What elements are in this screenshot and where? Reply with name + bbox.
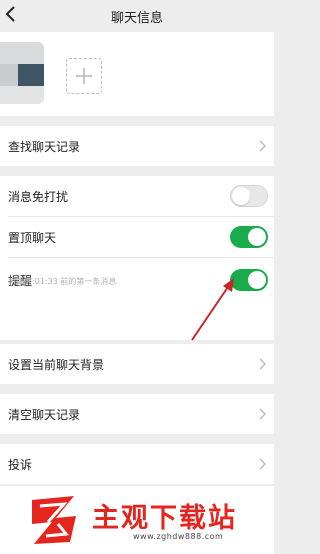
annotation-arrow-icon	[191, 278, 234, 341]
watermark-brand: 主观下载站	[92, 503, 237, 534]
watermark-banner: 主观下载站 www.zghdw888.com	[0, 486, 274, 554]
watermark-url: www.zghdw888.com	[133, 532, 224, 541]
mute-toggle[interactable]	[230, 185, 268, 207]
clear-history-label: 清空聊天记录	[8, 408, 81, 422]
remind-hint: 将提醒:01:33 前的第一条消息	[8, 277, 117, 286]
pin-row: 置顶聊天	[0, 217, 274, 257]
mute-row: 消息免打扰	[0, 176, 274, 216]
avatar[interactable]	[0, 42, 44, 104]
chevron-right-icon	[259, 140, 266, 152]
watermark-logo-icon	[32, 496, 76, 544]
background-label: 设置当前聊天背景	[8, 358, 105, 372]
clear-history-row[interactable]: 清空聊天记录	[0, 394, 274, 434]
report-label: 投诉	[8, 458, 33, 472]
report-row[interactable]: 投诉	[0, 444, 274, 484]
search-history-group: 查找聊天记录	[0, 126, 274, 166]
background-row[interactable]: 设置当前聊天背景	[0, 344, 274, 384]
page-title: 聊天信息	[110, 11, 163, 26]
background-group: 设置当前聊天背景	[0, 344, 274, 384]
header-bar: 聊天信息	[0, 0, 274, 32]
chevron-right-icon	[259, 458, 266, 470]
pin-label: 置顶聊天	[8, 231, 57, 245]
plus-icon	[76, 68, 92, 84]
search-history-label: 查找聊天记录	[8, 140, 81, 154]
pin-toggle[interactable]	[230, 226, 268, 248]
add-member-button[interactable]	[66, 58, 102, 94]
report-group: 投诉	[0, 444, 274, 484]
members-panel	[0, 32, 274, 116]
clear-group: 清空聊天记录	[0, 394, 274, 434]
chevron-right-icon	[259, 408, 266, 420]
mute-label: 消息免打扰	[8, 190, 69, 204]
search-history-row[interactable]: 查找聊天记录	[0, 126, 274, 166]
chevron-right-icon	[259, 358, 266, 370]
